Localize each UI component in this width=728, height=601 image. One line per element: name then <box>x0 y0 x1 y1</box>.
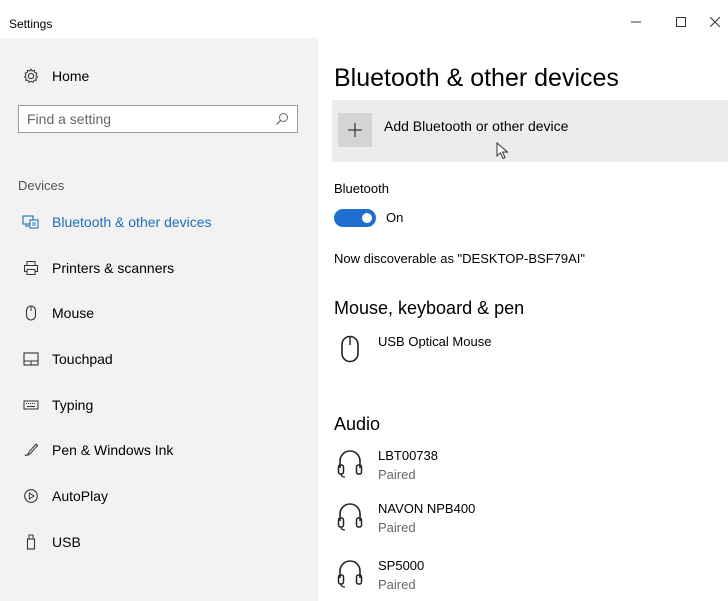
toggle-knob <box>362 213 372 223</box>
sidebar-item-printers[interactable]: Printers & scanners <box>0 250 318 286</box>
sidebar-item-label: AutoPlay <box>52 488 109 504</box>
device-status: Paired <box>378 577 416 592</box>
device-name: NAVON NPB400 <box>378 501 476 516</box>
printer-icon <box>22 259 40 277</box>
pen-icon <box>22 441 40 459</box>
sidebar-item-touchpad[interactable]: Touchpad <box>0 341 318 377</box>
device-item[interactable]: SP5000 Paired <box>336 556 696 600</box>
close-button[interactable] <box>700 10 728 34</box>
search-box[interactable] <box>18 105 298 133</box>
settings-window: Settings Home Devices <box>0 0 728 601</box>
mouse-cursor-icon <box>496 142 509 160</box>
sidebar-item-label: Mouse <box>52 305 95 321</box>
device-name: LBT00738 <box>378 448 438 463</box>
main-content: Bluetooth & other devices Add Bluetooth … <box>318 38 728 601</box>
section-heading-audio: Audio <box>334 414 381 434</box>
discoverable-text: Now discoverable as "DESKTOP-BSF79AI" <box>334 251 586 266</box>
minimize-button[interactable] <box>621 10 651 34</box>
minimize-icon <box>631 21 641 23</box>
sidebar-item-bluetooth[interactable]: Bluetooth & other devices <box>0 204 318 240</box>
search-icon[interactable] <box>275 112 289 126</box>
headphones-icon <box>336 446 364 480</box>
device-item[interactable]: USB Optical Mouse <box>336 332 696 376</box>
device-item[interactable]: LBT00738 Paired <box>336 446 696 490</box>
headphones-icon <box>336 556 364 590</box>
touchpad-icon <box>22 350 40 368</box>
sidebar-item-label: USB <box>52 534 81 550</box>
sidebar-item-typing[interactable]: Typing <box>0 387 318 423</box>
device-status: Paired <box>378 467 416 482</box>
maximize-button[interactable] <box>666 10 696 34</box>
section-heading-mouse-keyboard-pen: Mouse, keyboard & pen <box>334 298 525 318</box>
sidebar-item-home[interactable]: Home <box>0 58 318 94</box>
search-input[interactable] <box>19 106 267 132</box>
sidebar-item-label: Home <box>52 68 90 84</box>
sidebar-item-usb[interactable]: USB <box>0 524 318 560</box>
keyboard-icon <box>22 396 40 414</box>
group-label-devices: Devices <box>18 178 65 193</box>
device-name: SP5000 <box>378 558 425 573</box>
device-item[interactable]: NAVON NPB400 Paired <box>336 499 696 543</box>
autoplay-icon <box>22 487 40 505</box>
close-icon <box>710 17 720 27</box>
title-bar: Settings <box>0 0 728 38</box>
sidebar-item-label: Printers & scanners <box>52 260 175 276</box>
headphones-icon <box>336 499 364 533</box>
sidebar-item-label: Bluetooth & other devices <box>52 214 212 230</box>
sidebar-item-label: Touchpad <box>52 351 113 367</box>
sidebar-item-pen[interactable]: Pen & Windows Ink <box>0 432 318 468</box>
bluetooth-toggle-state: On <box>386 210 404 225</box>
sidebar-item-label: Pen & Windows Ink <box>52 442 174 458</box>
sidebar: Home Devices Bluetooth & other devices P… <box>0 38 318 601</box>
page-title: Bluetooth & other devices <box>334 64 619 92</box>
device-name: USB Optical Mouse <box>378 334 492 349</box>
device-status: Paired <box>378 520 416 535</box>
bluetooth-label: Bluetooth <box>334 181 389 196</box>
plus-icon <box>338 113 372 147</box>
window-title: Settings <box>9 17 53 31</box>
gear-icon <box>22 67 40 85</box>
add-device-label: Add Bluetooth or other device <box>384 118 569 134</box>
bluetooth-devices-icon <box>22 213 40 231</box>
sidebar-item-label: Typing <box>52 397 94 413</box>
sidebar-item-mouse[interactable]: Mouse <box>0 295 318 331</box>
sidebar-item-autoplay[interactable]: AutoPlay <box>0 478 318 514</box>
bluetooth-toggle[interactable] <box>334 209 376 227</box>
maximize-icon <box>676 17 686 27</box>
add-device-button[interactable]: Add Bluetooth or other device <box>332 100 728 162</box>
usb-icon <box>22 533 40 551</box>
mouse-icon <box>336 332 364 366</box>
mouse-icon <box>22 304 40 322</box>
